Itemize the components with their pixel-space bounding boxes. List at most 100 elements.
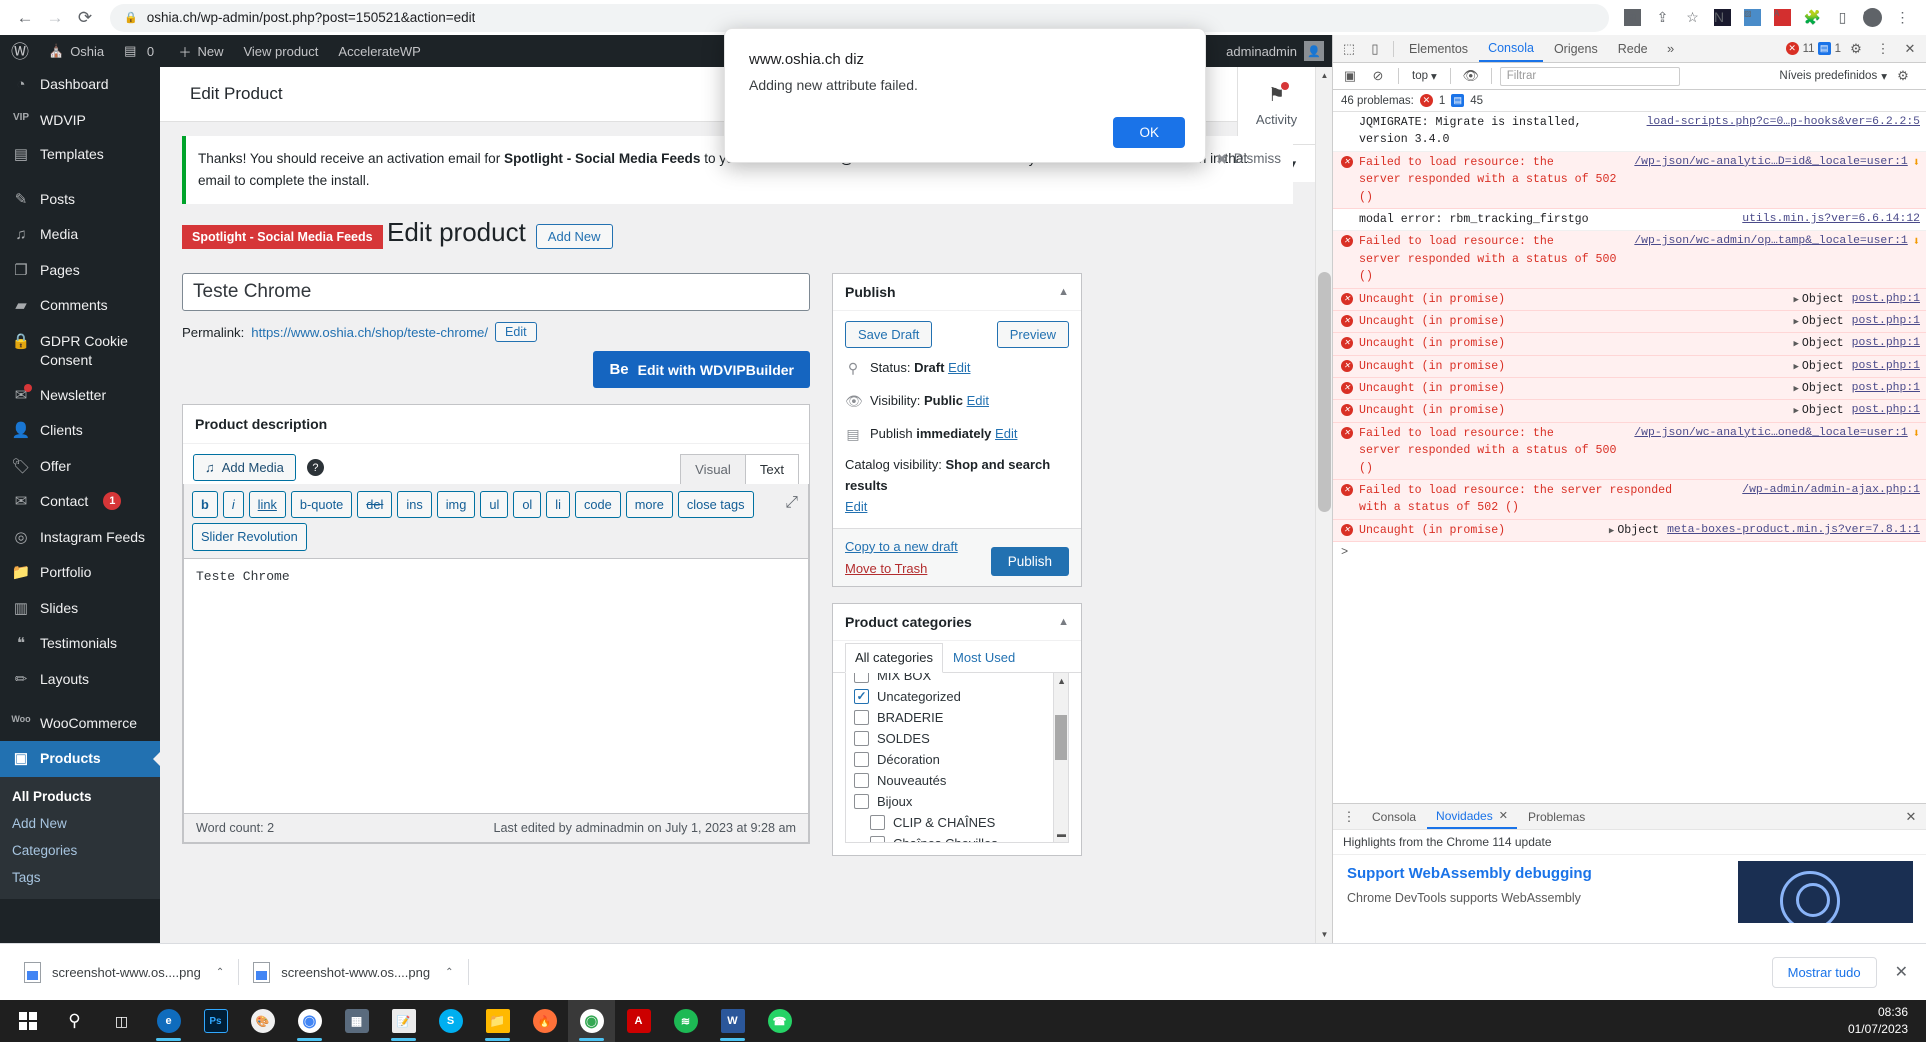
checkbox[interactable] [854, 672, 869, 683]
checkbox[interactable] [854, 709, 869, 725]
console-source-link[interactable]: /wp-admin/admin-ajax.php:1 [1742, 482, 1920, 499]
gear-icon[interactable]: ⚙ [1891, 64, 1915, 88]
taskbar-app-chrome[interactable]: ◉ [286, 1000, 333, 1042]
profile-avatar-icon[interactable]: ● [1859, 4, 1886, 31]
sidepanel-icon[interactable]: ▯ [1829, 4, 1856, 31]
qt-bquote-button[interactable]: b-quote [290, 491, 353, 519]
drawer-tab-consola[interactable]: Consola [1363, 804, 1425, 829]
share-icon[interactable]: ⇪ [1649, 4, 1676, 31]
taskbar-app-firefox[interactable]: 🔥 [521, 1000, 568, 1042]
network-request-icon[interactable]: ⬇ [1913, 425, 1920, 443]
extension-puzzle-icon[interactable]: 🧩 [1799, 4, 1826, 31]
taskbar-app-chrome-active[interactable]: ◉ [568, 1000, 615, 1042]
sidebar-item-portfolio[interactable]: 📁 Portfolio [0, 555, 160, 591]
taskbar-app-acrobat[interactable]: A [615, 1000, 662, 1042]
checkbox[interactable] [854, 793, 869, 809]
scrollbar-thumb[interactable] [1318, 272, 1331, 512]
drawer-tab-novidades[interactable]: Novidades ✕ [1427, 804, 1517, 829]
taskbar-app-paint[interactable]: 🎨 [239, 1000, 286, 1042]
taskbar-app-spotify[interactable]: ≋ [662, 1000, 709, 1042]
console-row[interactable]: ✕ Uncaught (in promise) ▶ Object post.php… [1333, 288, 1926, 311]
edit-with-wdvipbuilder-button[interactable]: Be Edit with WDVIPBuilder [593, 351, 810, 389]
console-row[interactable]: ✕ Failed to load resource: the server re… [1333, 231, 1926, 289]
category-row[interactable]: Bijoux [852, 791, 1062, 812]
sidebar-item-templates[interactable]: ▤ Templates [0, 137, 160, 173]
catalog-edit-link[interactable]: Edit [845, 499, 867, 514]
tab-rede[interactable]: Rede [1609, 35, 1657, 62]
preview-button[interactable]: Preview [996, 321, 1069, 349]
checkbox[interactable] [870, 835, 885, 842]
console-row[interactable]: ✕ Failed to load resource: the server re… [1333, 480, 1926, 520]
extension-blue-icon[interactable]: ▨ [1739, 4, 1766, 31]
sidebar-item-newsletter[interactable]: ✉ Newsletter [0, 378, 160, 414]
sidebar-item-comments[interactable]: ▰ Comments [0, 288, 160, 324]
eye-icon[interactable]: 👁 [1459, 64, 1483, 88]
tab-all-categories[interactable]: All categories [845, 642, 944, 673]
qt-slider-revolution-button[interactable]: Slider Revolution [192, 523, 307, 551]
checkbox[interactable] [854, 688, 869, 704]
taskbar-app-photoshop[interactable]: Ps [192, 1000, 239, 1042]
bookmark-star-icon[interactable]: ☆ [1679, 4, 1706, 31]
qt-link-button[interactable]: link [248, 491, 286, 519]
sidebar-item-gdpr-cookie-consent[interactable]: 🔒 GDPR Cookie Consent [0, 324, 160, 378]
fullscreen-icon[interactable]: ⤢ [785, 494, 798, 512]
submenu-item-categories[interactable]: Categories [0, 837, 160, 864]
taskbar-app-explorer[interactable]: 📁 [474, 1000, 521, 1042]
inspect-element-icon[interactable]: ⬚ [1337, 37, 1361, 61]
console-row[interactable]: ✕ Failed to load resource: the server re… [1333, 151, 1926, 209]
qt-ins-button[interactable]: ins [397, 491, 432, 519]
permalink-link[interactable]: https://www.oshia.ch/shop/teste-chrome/ [251, 325, 488, 340]
scroll-down-icon[interactable]: ▬ [1057, 829, 1066, 839]
tab-origens[interactable]: Origens [1545, 35, 1607, 62]
console-source-link[interactable]: load-scripts.php?c=0…p-hooks&ver=6.2.2:5 [1647, 114, 1920, 131]
qt-del-button[interactable]: del [357, 491, 393, 519]
notice-dismiss-button[interactable]: ✖ Dismiss [1216, 148, 1281, 170]
chevron-up-icon[interactable]: ⌃ [216, 967, 224, 978]
checkbox[interactable] [854, 730, 869, 746]
add-media-button[interactable]: ♫ Add Media [193, 454, 296, 482]
visibility-edit-link[interactable]: Edit [967, 393, 989, 408]
close-icon[interactable]: ✕ [1898, 37, 1922, 61]
console-input-prompt[interactable]: > [1333, 542, 1926, 562]
save-draft-button[interactable]: Save Draft [845, 321, 933, 349]
category-row[interactable]: Décoration [852, 749, 1062, 770]
adminbar-site[interactable]: ⛪ Oshia [38, 35, 114, 67]
qt-ul-button[interactable]: ul [480, 491, 509, 519]
download-item[interactable]: screenshot-www.os....png ⌃ [239, 952, 467, 992]
console-row[interactable]: ✕ Uncaught (in promise) ▶ Object post.php… [1333, 378, 1926, 401]
object-expander[interactable]: ▶ Object [1793, 291, 1843, 308]
console-source-link[interactable]: post.php:1 [1852, 380, 1920, 397]
chevron-up-icon[interactable]: ▲ [1058, 286, 1069, 298]
adminbar-account[interactable]: adminadmin 👤 [1226, 41, 1332, 61]
chevron-up-icon[interactable]: ▲ [1058, 616, 1069, 628]
network-request-icon[interactable]: ⬇ [1913, 233, 1920, 251]
qr-code-icon[interactable]: ▦ [1619, 4, 1646, 31]
activity-button[interactable]: ⚑ Activity [1237, 67, 1315, 144]
console-source-link[interactable]: /wp-json/wc-analytic…D=id&_locale=user:1 [1634, 154, 1907, 171]
adminbar-new[interactable]: ＋ New [168, 35, 233, 67]
page-scrollbar[interactable]: ▲ ▼ [1315, 67, 1332, 943]
sidebar-item-offer[interactable]: 🏷 Offer [0, 449, 160, 485]
sidebar-item-testimonials[interactable]: ❝ Testimonials [0, 626, 160, 662]
device-toolbar-icon[interactable]: ▯ [1363, 37, 1387, 61]
kebab-menu-icon[interactable]: ⋮ [1337, 805, 1361, 829]
warning-count-pill[interactable]: ▤ 1 [1817, 42, 1841, 55]
qt-bold-button[interactable]: b [192, 491, 218, 519]
title-input[interactable] [182, 273, 810, 312]
close-icon[interactable]: ✕ [1899, 805, 1923, 829]
console-row[interactable]: ✕ Uncaught (in promise) ▶ Object post.php… [1333, 310, 1926, 334]
qt-code-button[interactable]: code [574, 491, 621, 519]
console-row[interactable]: ✕ Uncaught (in promise) ▶ Object post.php… [1333, 333, 1926, 356]
sidebar-item-clients[interactable]: 👤 Clients [0, 413, 160, 449]
wordpress-logo-icon[interactable]: Ⓦ [0, 38, 38, 64]
console-source-link[interactable]: utils.min.js?ver=6.6.14:12 [1742, 211, 1920, 228]
sidebar-item-slides[interactable]: ▥ Slides [0, 591, 160, 627]
execution-context-select[interactable]: top ▾ [1407, 69, 1442, 83]
adminbar-acceleratewp[interactable]: AccelerateWP [328, 35, 430, 67]
console-log-list[interactable]: JQMIGRATE: Migrate is installed, version… [1333, 112, 1926, 653]
taskbar-app-notepad[interactable]: 📝 [380, 1000, 427, 1042]
console-source-link[interactable]: post.php:1 [1852, 335, 1920, 352]
notion-extension-icon[interactable]: N [1709, 4, 1736, 31]
console-source-link[interactable]: post.php:1 [1852, 291, 1920, 308]
scroll-down-icon[interactable]: ▼ [1316, 926, 1332, 943]
